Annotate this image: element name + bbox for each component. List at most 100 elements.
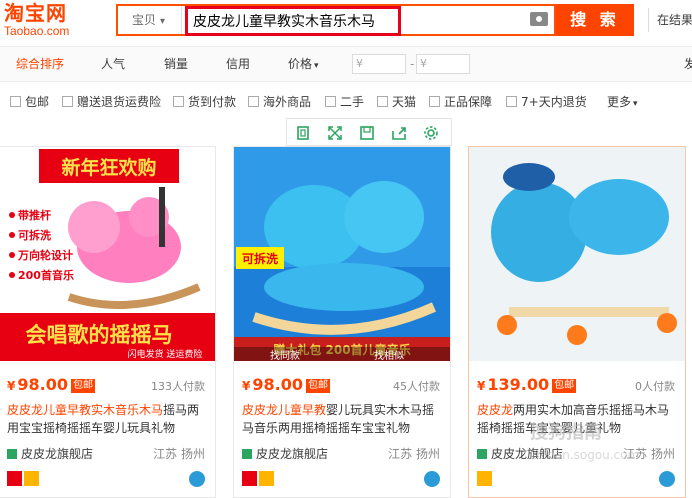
taobao-logo[interactable]: 淘宝网 Taobao.com xyxy=(4,2,100,40)
sort-credit[interactable]: 信用 xyxy=(226,47,250,81)
product-image[interactable]: 可拆洗 赠大礼包 200首儿童音乐 找同款 找相似 xyxy=(234,147,450,361)
service-icons xyxy=(477,471,494,487)
sold-count: 45人付款 xyxy=(393,380,440,393)
find-bar xyxy=(234,347,450,361)
shop-link[interactable]: 皮皮龙旗舰店 xyxy=(242,445,328,462)
price-from-input[interactable]: ¥ xyxy=(352,54,406,74)
currency-symbol: ¥ xyxy=(7,379,16,393)
filter-label: 海外商品 xyxy=(263,95,312,109)
watermark-title: 搜狗指南 xyxy=(530,422,602,443)
sort-popularity[interactable]: 人气 xyxy=(101,47,125,81)
sort-sales[interactable]: 销量 xyxy=(164,47,188,81)
price-to-input[interactable]: ¥ xyxy=(416,54,470,74)
price-range-dash: - xyxy=(410,57,415,71)
feature-tag: 可拆洗 xyxy=(242,251,278,266)
currency-symbol: ¥ xyxy=(477,379,486,393)
share-icon[interactable] xyxy=(391,125,407,141)
wangwang-chat-icon[interactable] xyxy=(659,471,675,487)
filter-second-hand[interactable]: 二手 xyxy=(325,95,364,111)
checkbox-icon xyxy=(248,96,259,107)
price-value: 139.00 xyxy=(487,375,550,394)
copy-icon[interactable] xyxy=(295,125,311,141)
product-card[interactable]: ¥139.00 包邮 0人付款 皮皮龙两用实木加高音乐摇摇马木马摇椅摇摇车宝宝婴儿… xyxy=(468,146,686,498)
search-button[interactable]: 搜 索 xyxy=(556,4,634,36)
currency-symbol: ¥ xyxy=(242,379,251,393)
product-image[interactable]: 新年狂欢购 带推杆 可拆洗 万向轮设计 200首音乐 会唱歌的摇摇马 闪电发货 … xyxy=(0,147,215,361)
wangwang-chat-icon[interactable] xyxy=(424,471,440,487)
gear-icon[interactable] xyxy=(423,125,439,141)
checkbox-icon xyxy=(325,96,336,107)
sort-price[interactable]: 价格 ▾ xyxy=(288,47,319,81)
watermark-url: zhinan.sogou.com xyxy=(530,448,640,462)
find-same-link[interactable]: 找同款 xyxy=(270,347,300,361)
filter-genuine[interactable]: 正品保障 xyxy=(429,95,492,111)
filter-more[interactable]: 更多 ▾ xyxy=(607,95,638,111)
product-title[interactable]: 皮皮龙儿童早教婴儿玩具实木木马摇马音乐两用摇椅摇摇车宝宝礼物 xyxy=(242,401,442,437)
product-card[interactable]: 可拆洗 赠大礼包 200首儿童音乐 找同款 找相似 ¥98.00 包邮 45人付款… xyxy=(233,146,451,498)
item-tools xyxy=(286,118,452,146)
filter-return-insurance[interactable]: 赠送退货运费险 xyxy=(62,95,161,111)
search-scope-select[interactable]: 宝贝 ▾ xyxy=(118,6,182,34)
filter-overseas[interactable]: 海外商品 xyxy=(248,95,311,111)
product-image-art: 新年狂欢购 带推杆 可拆洗 万向轮设计 200首音乐 会唱歌的摇摇马 闪电发货 … xyxy=(0,147,215,361)
chevron-down-icon: ▾ xyxy=(633,99,638,109)
product-title[interactable]: 皮皮龙儿童早教实木音乐木马摇马两用宝宝摇椅摇摇车婴儿玩具礼物 xyxy=(7,401,207,437)
search-in-results-link[interactable]: 在结果 xyxy=(648,8,692,32)
checkbox-icon xyxy=(429,96,440,107)
shop-name: 皮皮龙旗舰店 xyxy=(256,447,329,461)
slogan-text: 会唱歌的摇摇马 xyxy=(26,323,173,347)
product-card[interactable]: 新年狂欢购 带推杆 可拆洗 万向轮设计 200首音乐 会唱歌的摇摇马 闪电发货 … xyxy=(0,146,216,498)
free-shipping-badge: 包邮 xyxy=(552,379,577,393)
product-image-art: 可拆洗 赠大礼包 200首儿童音乐 xyxy=(234,147,450,361)
filter-cod[interactable]: 货到付款 xyxy=(173,95,236,111)
sort-default[interactable]: 综合排序 xyxy=(16,47,64,81)
filter-bar: 包邮 赠送退货运费险 货到付款 海外商品 二手 天猫 正品保障 7+天内退货 更… xyxy=(0,88,692,116)
price-value: 98.00 xyxy=(17,375,68,394)
tmall-icon[interactable] xyxy=(242,471,257,486)
filter-tmall[interactable]: 天猫 xyxy=(377,95,416,111)
compensation-icon[interactable] xyxy=(24,471,39,486)
checkbox-icon xyxy=(173,96,184,107)
compensation-icon[interactable] xyxy=(477,471,492,486)
location: 江苏 扬州 xyxy=(388,447,440,461)
header: 淘宝网 Taobao.com 宝贝 ▾ 皮皮龙儿童早教实木音乐木马 搜 索 在结果 xyxy=(0,0,692,42)
checkbox-icon xyxy=(62,96,73,107)
wangwang-chat-icon[interactable] xyxy=(189,471,205,487)
location: 江苏 扬州 xyxy=(153,447,205,461)
filter-label: 赠送退货运费险 xyxy=(77,95,162,109)
search-input[interactable]: 皮皮龙儿童早教实木音乐木马 xyxy=(193,11,375,31)
banner-text: 新年狂欢购 xyxy=(61,156,156,179)
search-box: 宝贝 ▾ 皮皮龙儿童早教实木音乐木马 xyxy=(116,4,556,36)
logo-en: Taobao.com xyxy=(4,24,70,38)
chevron-down-icon: ▾ xyxy=(314,61,319,71)
filter-7day-return[interactable]: 7+天内退货 xyxy=(506,95,587,111)
filter-label: 天猫 xyxy=(392,95,417,109)
product-image[interactable] xyxy=(469,147,685,361)
checkbox-icon xyxy=(506,96,517,107)
camera-icon[interactable] xyxy=(530,12,548,26)
tmall-icon[interactable] xyxy=(7,471,22,486)
expand-icon[interactable] xyxy=(327,125,343,141)
save-icon[interactable] xyxy=(359,125,375,141)
title-highlight: 皮皮龙儿童早教实木音乐木马 xyxy=(7,403,164,417)
shop-link[interactable]: 皮皮龙旗舰店 xyxy=(7,445,93,462)
filter-label: 二手 xyxy=(340,95,365,109)
title-highlight: 皮皮龙 xyxy=(477,403,514,417)
compensation-icon[interactable] xyxy=(259,471,274,486)
sold-count: 0人付款 xyxy=(635,380,675,393)
title-highlight: 皮皮龙儿童早教 xyxy=(242,403,327,417)
feature-tag: 万向轮设计 xyxy=(17,248,73,262)
find-similar-link[interactable]: 找相似 xyxy=(374,347,404,361)
service-icons xyxy=(7,471,41,487)
filter-more-label: 更多 xyxy=(607,95,632,109)
free-shipping-badge: 包邮 xyxy=(305,379,330,393)
service-icons xyxy=(242,471,276,487)
filter-label: 正品保障 xyxy=(444,95,493,109)
filter-free-shipping[interactable]: 包邮 xyxy=(10,95,49,111)
sort-bar: 综合排序 人气 销量 信用 价格 ▾ ¥ - ¥ 发 xyxy=(0,46,692,82)
sort-ship-from[interactable]: 发 xyxy=(684,47,692,81)
chevron-down-icon: ▾ xyxy=(160,16,166,27)
checkbox-icon xyxy=(10,96,21,107)
shop-icon xyxy=(477,449,487,459)
logo-cn: 淘宝网 xyxy=(4,1,67,25)
